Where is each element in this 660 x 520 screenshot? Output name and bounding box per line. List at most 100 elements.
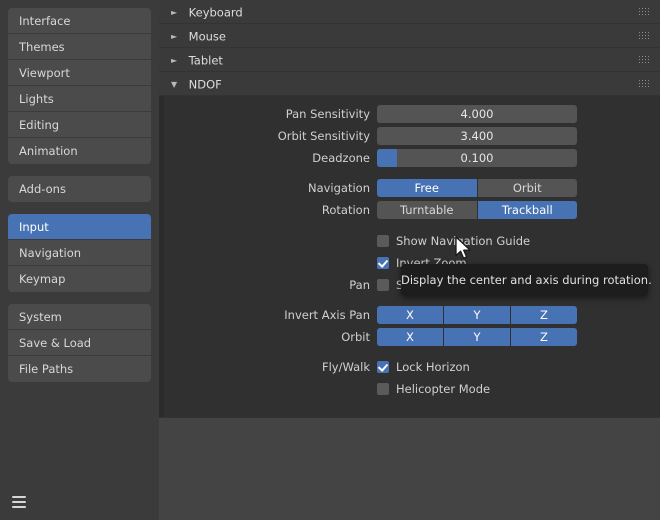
sidebar-item-label: Add-ons: [19, 182, 66, 196]
hamburger-bar: [12, 496, 26, 498]
sidebar-item-label: Keymap: [19, 272, 66, 286]
row-rotation-mode: Rotation Turntable Trackball: [159, 201, 660, 219]
pan-sensitivity-label: Pan Sensitivity: [285, 107, 370, 121]
rotation-mode-option-trackball[interactable]: Trackball: [477, 201, 577, 219]
invert-axis-orbit-y[interactable]: Y: [444, 328, 510, 346]
hamburger-bar: [12, 501, 26, 503]
invert-axis-pan-z[interactable]: Z: [511, 306, 577, 324]
panel-title: Tablet: [188, 53, 223, 68]
row-orbit-sensitivity: Orbit Sensitivity 3.400: [159, 127, 660, 145]
sidebar-item-label: Viewport: [19, 66, 70, 80]
chevron-down-icon[interactable]: ▼: [171, 73, 181, 97]
tooltip: Display the center and axis during rotat…: [401, 264, 652, 296]
ndof-panel-body: Pan Sensitivity 4.000 Orbit Sensitivity …: [159, 96, 660, 418]
pan-group-label: Pan: [349, 278, 370, 292]
panel-title: Keyboard: [188, 5, 243, 20]
row-lock-horizon: Fly/Walk Lock Horizon: [159, 358, 660, 376]
lock-horizon-label: Lock Horizon: [396, 360, 470, 374]
checkbox-box[interactable]: [377, 383, 389, 395]
sidebar-item-interface[interactable]: Interface: [8, 8, 151, 34]
navigation-mode-label: Navigation: [307, 181, 370, 195]
chevron-right-icon[interactable]: ►: [171, 25, 181, 49]
drag-grip-icon[interactable]: [639, 8, 652, 17]
show-navigation-guide-label: Show Navigation Guide: [396, 234, 531, 248]
sidebar-item-label: Editing: [19, 118, 60, 132]
invert-axis-pan-group: X Y Z: [377, 306, 577, 324]
panel-header-tablet[interactable]: ► Tablet: [159, 48, 660, 72]
sidebar-item-keymap[interactable]: Keymap: [8, 266, 151, 292]
deadzone-value: 0.100: [460, 151, 494, 165]
helicopter-mode-label: Helicopter Mode: [396, 382, 491, 396]
navigation-mode-option-free[interactable]: Free: [377, 179, 477, 197]
sidebar-group-general: Interface Themes Viewport Lights Editing…: [8, 8, 151, 164]
invert-axis-orbit-x[interactable]: X: [377, 328, 443, 346]
checkbox-box[interactable]: [377, 235, 389, 247]
row-helicopter-mode: Helicopter Mode: [159, 380, 660, 398]
hamburger-menu-icon[interactable]: [9, 492, 29, 512]
pan-sensitivity-value: 4.000: [460, 107, 494, 121]
invert-axis-orbit-group: X Y Z: [377, 328, 577, 346]
invert-axis-pan-label: Invert Axis Pan: [284, 308, 370, 322]
sidebar-item-editing[interactable]: Editing: [8, 112, 151, 138]
chevron-right-icon[interactable]: ►: [171, 1, 181, 25]
orbit-sensitivity-label: Orbit Sensitivity: [277, 129, 370, 143]
rotation-mode-option-turntable[interactable]: Turntable: [377, 201, 477, 219]
panel-title: NDOF: [188, 77, 222, 92]
sidebar-item-system[interactable]: System: [8, 304, 151, 330]
sidebar-item-add-ons[interactable]: Add-ons: [8, 176, 151, 202]
invert-axis-orbit-label: Orbit: [341, 330, 370, 344]
sidebar-item-animation[interactable]: Animation: [8, 138, 151, 164]
navigation-mode-toggle-group: Free Orbit: [377, 179, 577, 197]
checkbox-box[interactable]: [377, 279, 389, 291]
panel-header-mouse[interactable]: ► Mouse: [159, 24, 660, 48]
row-show-navigation-guide: Show Navigation Guide: [159, 232, 660, 250]
sidebar-item-themes[interactable]: Themes: [8, 34, 151, 60]
show-navigation-guide-checkbox[interactable]: Show Navigation Guide: [377, 232, 577, 250]
sidebar-group-addons: Add-ons: [8, 176, 151, 202]
rotation-mode-toggle-group: Turntable Trackball: [377, 201, 577, 219]
sidebar-item-label: Interface: [19, 14, 71, 28]
orbit-sensitivity-slider[interactable]: 3.400: [377, 127, 577, 145]
sidebar-item-label: System: [19, 310, 62, 324]
panel-header-keyboard[interactable]: ► Keyboard: [159, 0, 660, 24]
navigation-mode-option-orbit[interactable]: Orbit: [477, 179, 577, 197]
deadzone-label: Deadzone: [312, 151, 370, 165]
row-pan-sensitivity: Pan Sensitivity 4.000: [159, 105, 660, 123]
deadzone-slider[interactable]: 0.100: [377, 149, 577, 167]
rotation-mode-label: Rotation: [321, 203, 370, 217]
sidebar-item-label: Animation: [19, 144, 78, 158]
pan-sensitivity-slider[interactable]: 4.000: [377, 105, 577, 123]
sidebar-item-input[interactable]: Input: [8, 214, 151, 240]
helicopter-mode-checkbox[interactable]: Helicopter Mode: [377, 380, 577, 398]
tooltip-text: Display the center and axis during rotat…: [401, 273, 652, 287]
invert-axis-pan-x[interactable]: X: [377, 306, 443, 324]
sidebar-item-label: Input: [19, 220, 49, 234]
checkbox-box[interactable]: [377, 257, 389, 269]
sidebar-item-lights[interactable]: Lights: [8, 86, 151, 112]
invert-axis-pan-y[interactable]: Y: [444, 306, 510, 324]
checkbox-box[interactable]: [377, 361, 389, 373]
sidebar-item-viewport[interactable]: Viewport: [8, 60, 151, 86]
preferences-main: ► Keyboard ► Mouse ► Tablet ▼ NDOF Pan S…: [159, 0, 660, 520]
drag-grip-icon[interactable]: [639, 80, 652, 89]
fly-walk-label: Fly/Walk: [321, 360, 370, 374]
row-deadzone: Deadzone 0.100: [159, 149, 660, 167]
drag-grip-icon[interactable]: [639, 32, 652, 41]
sidebar-item-save-and-load[interactable]: Save & Load: [8, 330, 151, 356]
panel-title: Mouse: [188, 29, 226, 44]
sidebar-item-label: Themes: [19, 40, 65, 54]
sidebar-item-label: File Paths: [19, 362, 74, 376]
sidebar-group-input: Input Navigation Keymap: [8, 214, 151, 292]
preferences-sidebar: Interface Themes Viewport Lights Editing…: [0, 0, 159, 520]
chevron-right-icon[interactable]: ►: [171, 49, 181, 73]
row-invert-axis-orbit: Orbit X Y Z: [159, 328, 660, 346]
sidebar-item-navigation[interactable]: Navigation: [8, 240, 151, 266]
sidebar-item-file-paths[interactable]: File Paths: [8, 356, 151, 382]
sidebar-item-label: Lights: [19, 92, 54, 106]
sidebar-group-system: System Save & Load File Paths: [8, 304, 151, 382]
sidebar-item-label: Navigation: [19, 246, 82, 260]
lock-horizon-checkbox[interactable]: Lock Horizon: [377, 358, 577, 376]
invert-axis-orbit-z[interactable]: Z: [511, 328, 577, 346]
panel-header-ndof[interactable]: ▼ NDOF: [159, 72, 660, 96]
drag-grip-icon[interactable]: [639, 56, 652, 65]
